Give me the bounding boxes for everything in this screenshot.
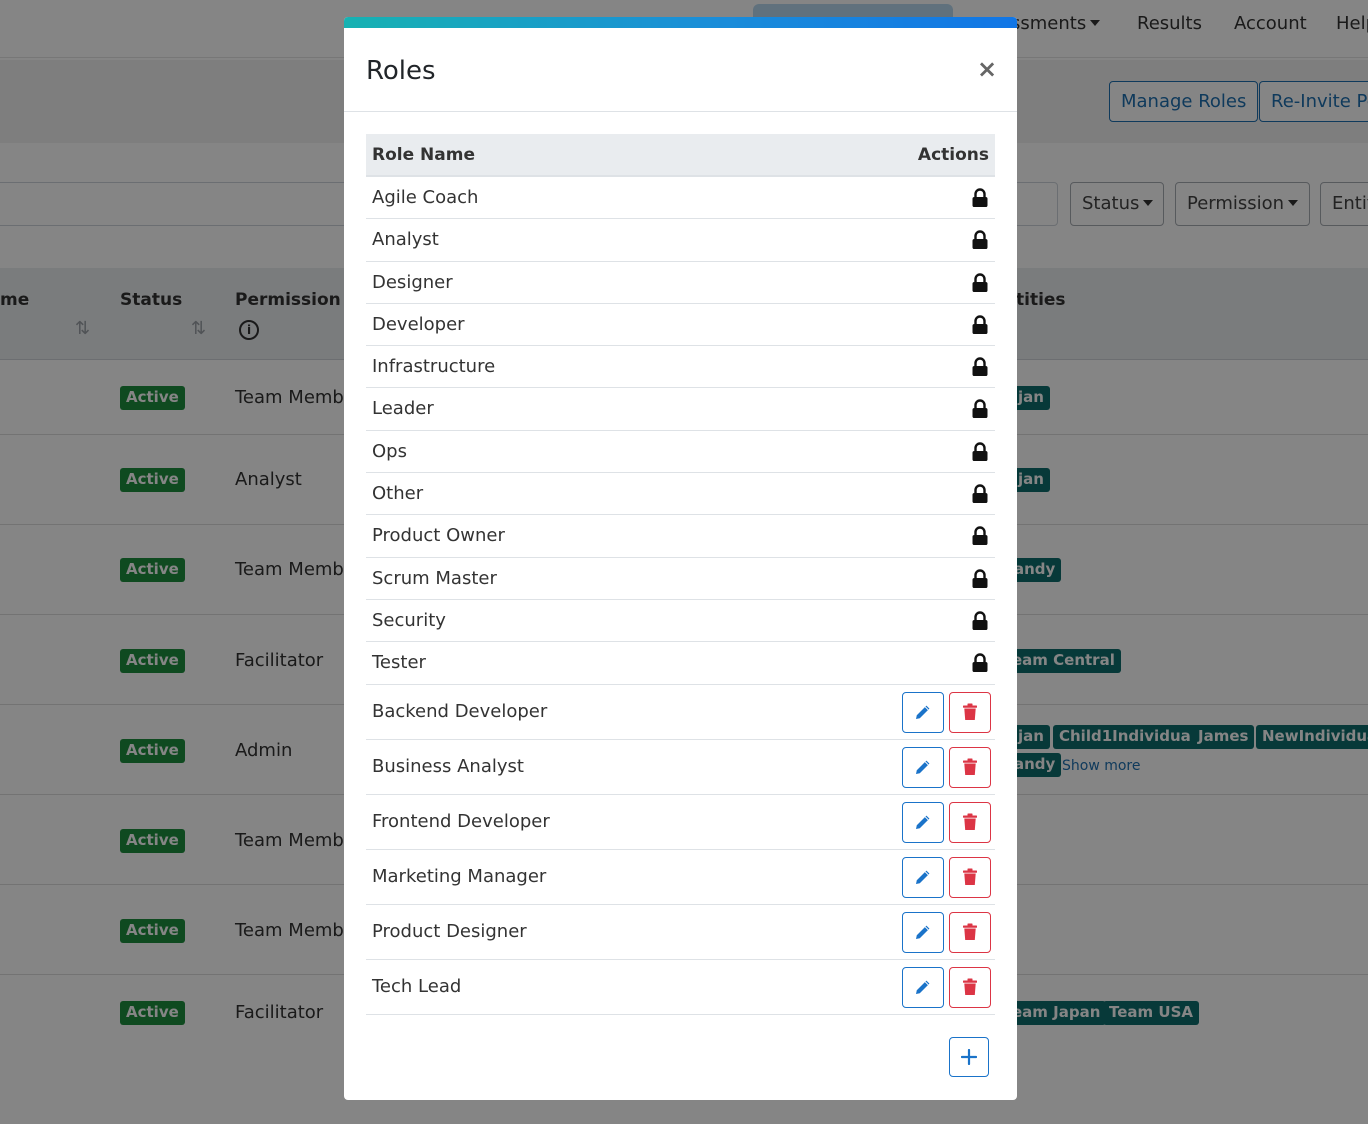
actions-header: Actions [917, 145, 989, 165]
role-row-locked: Infrastructure [366, 346, 995, 389]
modal-accent-bar [344, 17, 1017, 28]
delete-role-button[interactable] [949, 691, 991, 733]
pencil-icon [916, 925, 930, 940]
delete-role-button[interactable] [949, 966, 991, 1008]
role-name: Security [372, 609, 446, 631]
pencil-icon [916, 815, 930, 830]
role-name: Marketing Manager [372, 865, 547, 887]
trash-icon [963, 758, 977, 776]
role-row-custom: Frontend Developer [366, 795, 995, 850]
role-row-locked: Security [366, 600, 995, 643]
trash-icon [963, 813, 977, 831]
role-name: Analyst [372, 229, 439, 251]
role-row-custom: Product Designer [366, 905, 995, 960]
edit-role-button[interactable] [902, 911, 944, 953]
edit-role-button[interactable] [902, 691, 944, 733]
role-name: Infrastructure [372, 356, 496, 378]
roles-table-header: Role Name Actions [366, 134, 995, 177]
edit-role-button[interactable] [902, 856, 944, 898]
role-name: Agile Coach [372, 187, 479, 208]
edit-role-button[interactable] [902, 801, 944, 843]
edit-role-button[interactable] [902, 746, 944, 788]
role-name: Tech Lead [372, 975, 462, 997]
modal-header: Roles × [344, 28, 1017, 112]
role-row-custom: Business Analyst [366, 740, 995, 795]
role-row-custom: Marketing Manager [366, 850, 995, 905]
delete-role-button[interactable] [949, 911, 991, 953]
role-name: Backend Developer [372, 700, 548, 722]
pencil-icon [916, 705, 930, 720]
role-row-custom: Backend Developer [366, 685, 995, 740]
lock-icon [972, 188, 988, 207]
role-name-header: Role Name [372, 145, 475, 165]
role-name: Leader [372, 398, 434, 420]
role-row-locked: Designer [366, 262, 995, 304]
role-row-locked: Developer [366, 304, 995, 347]
role-name: Developer [372, 313, 465, 335]
lock-icon [972, 653, 988, 673]
roles-table: Role Name Actions Agile Coach Analyst Desi… [366, 134, 995, 1015]
delete-role-button[interactable] [949, 801, 991, 843]
trash-icon [963, 703, 977, 721]
role-name: Other [372, 483, 424, 505]
role-name: Product Designer [372, 920, 527, 942]
add-role-button[interactable] [949, 1037, 989, 1077]
role-name: Business Analyst [372, 755, 524, 777]
lock-icon [972, 357, 988, 377]
plus-icon [961, 1049, 977, 1065]
roles-modal: Roles × Role Name Actions Agile Coach Ana… [344, 17, 1017, 1100]
trash-icon [963, 923, 977, 941]
lock-icon [972, 442, 988, 461]
lock-icon [972, 568, 988, 588]
role-name: Scrum Master [372, 567, 497, 589]
role-name: Ops [372, 440, 407, 462]
role-row-custom: Tech Lead [366, 960, 995, 1015]
role-name: Frontend Developer [372, 810, 550, 832]
role-row-locked: Other [366, 473, 995, 516]
role-name: Designer [372, 271, 453, 293]
role-row-locked: Leader [366, 388, 995, 431]
lock-icon [972, 230, 988, 250]
lock-icon [972, 484, 988, 504]
delete-role-button[interactable] [949, 746, 991, 788]
edit-role-button[interactable] [902, 966, 944, 1008]
role-row-locked: Ops [366, 431, 995, 474]
role-row-locked: Analyst [366, 219, 995, 262]
close-icon[interactable]: × [975, 55, 999, 83]
pencil-icon [916, 760, 930, 775]
role-row-locked: Tester [366, 642, 995, 685]
role-name: Tester [372, 652, 426, 674]
lock-icon [972, 315, 988, 334]
pencil-icon [916, 980, 930, 995]
lock-icon [972, 272, 988, 292]
role-row-locked: Product Owner [366, 515, 995, 558]
lock-icon [972, 526, 988, 546]
trash-icon [963, 868, 977, 886]
delete-role-button[interactable] [949, 856, 991, 898]
modal-title: Roles [366, 56, 436, 86]
trash-icon [963, 978, 977, 996]
lock-icon [972, 399, 988, 419]
role-row-locked: Scrum Master [366, 558, 995, 600]
role-row-locked: Agile Coach [366, 177, 995, 220]
lock-icon [972, 611, 988, 630]
role-name: Product Owner [372, 525, 505, 547]
pencil-icon [916, 870, 930, 885]
